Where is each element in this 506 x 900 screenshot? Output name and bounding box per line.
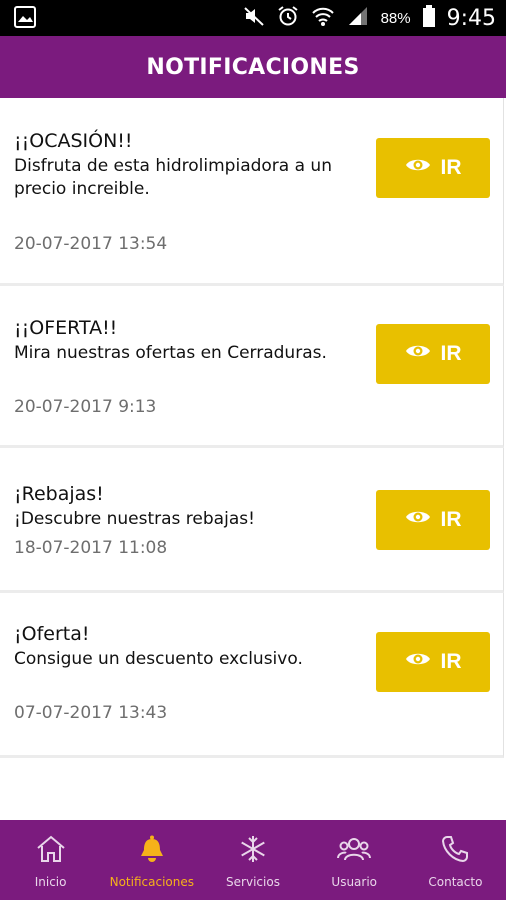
notification-body: Disfruta de esta hidrolimpiadora a un pr… xyxy=(14,156,332,199)
home-icon xyxy=(35,834,67,869)
nav-label: Inicio xyxy=(34,875,67,889)
notification-title: ¡Rebajas! xyxy=(14,483,104,505)
phone-icon xyxy=(440,834,470,869)
ir-button-label: IR xyxy=(440,156,462,179)
notification-body: ¡Descubre nuestras rebajas! xyxy=(14,509,255,529)
notification-date: 18-07-2017 11:08 xyxy=(14,538,168,558)
alarm-icon xyxy=(277,5,299,32)
battery-icon xyxy=(422,4,435,32)
notification-date: 20-07-2017 9:13 xyxy=(14,397,157,417)
notification-title: ¡¡OFERTA!! xyxy=(14,317,118,339)
clock: 9:45 xyxy=(446,5,496,31)
ir-button[interactable]: IR xyxy=(376,324,490,384)
nav-label: Contacto xyxy=(428,875,483,889)
notification-card: ¡Oferta! Consigue un descuento exclusivo… xyxy=(0,593,504,758)
mute-icon xyxy=(243,5,265,32)
users-icon xyxy=(337,834,372,869)
eye-icon xyxy=(405,342,431,366)
eye-icon xyxy=(405,650,431,674)
nav-item-contacto[interactable]: Contacto xyxy=(405,820,506,900)
nav-label: Servicios xyxy=(226,875,280,889)
page-title: NOTIFICACIONES xyxy=(146,54,360,80)
app-bar: NOTIFICACIONES xyxy=(0,36,506,98)
ir-button[interactable]: IR xyxy=(376,138,490,198)
signal-icon xyxy=(347,5,369,32)
nav-label: Usuario xyxy=(331,875,378,889)
wifi-icon xyxy=(311,5,335,32)
ir-button[interactable]: IR xyxy=(376,632,490,692)
ir-button-label: IR xyxy=(440,650,462,673)
notification-card: ¡¡OFERTA!! Mira nuestras ofertas en Cerr… xyxy=(0,286,504,448)
ir-button-label: IR xyxy=(440,508,462,531)
nav-label: Notificaciones xyxy=(109,875,194,889)
ir-button-label: IR xyxy=(440,342,462,365)
notification-card: ¡¡OCASIÓN!! Disfruta de esta hidrolimpia… xyxy=(0,98,504,286)
nav-item-servicios[interactable]: Servicios xyxy=(202,820,303,900)
notification-title: ¡¡OCASIÓN!! xyxy=(14,130,133,152)
snowflake-icon xyxy=(238,834,268,869)
nav-item-inicio[interactable]: Inicio xyxy=(0,820,101,900)
notification-body: Mira nuestras ofertas en Cerraduras. xyxy=(14,343,327,363)
nav-item-usuario[interactable]: Usuario xyxy=(304,820,405,900)
nav-item-notificaciones[interactable]: Notificaciones xyxy=(101,820,202,900)
bell-icon xyxy=(137,834,167,869)
notification-body: Consigue un descuento exclusivo. xyxy=(14,649,303,669)
ir-button[interactable]: IR xyxy=(376,490,490,550)
notification-title: ¡Oferta! xyxy=(14,623,90,645)
notification-date: 20-07-2017 13:54 xyxy=(14,234,168,254)
notification-card: ¡Rebajas! ¡Descubre nuestras rebajas! 18… xyxy=(0,448,504,593)
eye-icon xyxy=(405,508,431,532)
status-bar: 88% 9:45 xyxy=(0,0,506,36)
bottom-nav: Inicio Notificaciones Servicios Usuario … xyxy=(0,820,506,900)
notification-date: 07-07-2017 13:43 xyxy=(14,703,168,723)
battery-percent: 88% xyxy=(380,9,411,27)
gallery-icon xyxy=(14,6,36,33)
eye-icon xyxy=(405,156,431,180)
